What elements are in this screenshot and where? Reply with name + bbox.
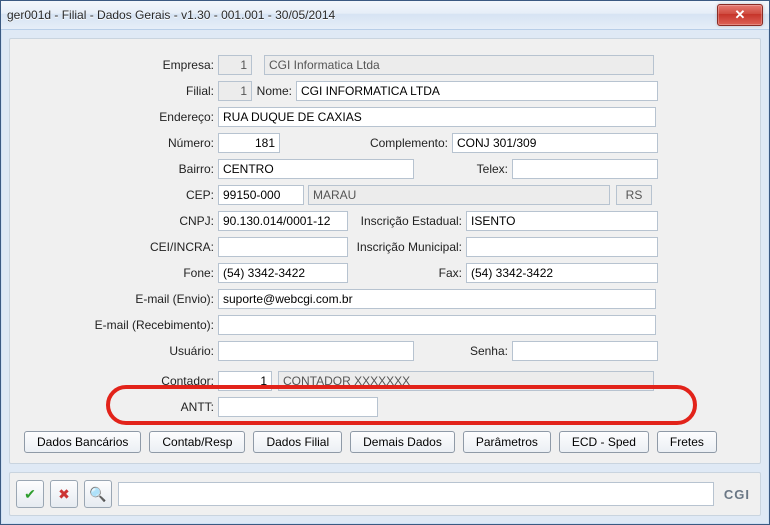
client-area: Empresa: Filial: Nome: Endereço: [1,30,769,524]
contador-id-input[interactable] [218,371,272,391]
label-usuario: Usuário: [24,344,218,358]
label-antt: ANTT: [24,400,218,414]
uf-field [616,185,652,205]
label-nome: Nome: [252,84,296,98]
telex-input[interactable] [512,159,658,179]
label-insc-mun: Inscrição Municipal: [348,240,466,254]
contab-resp-button[interactable]: Contab/Resp [149,431,245,453]
label-contador: Contador: [24,374,218,388]
insc-est-input[interactable] [466,211,658,231]
check-icon: ✔ [24,486,36,503]
insc-mun-input[interactable] [466,237,658,257]
demais-dados-button[interactable]: Demais Dados [350,431,455,453]
cnpj-input[interactable] [218,211,348,231]
cancel-button[interactable]: ✖ [50,480,78,508]
senha-input[interactable] [512,341,658,361]
usuario-input[interactable] [218,341,414,361]
label-senha: Senha: [414,344,512,358]
complemento-input[interactable] [452,133,658,153]
status-field [118,482,714,506]
window-close-button[interactable]: ✕ [717,4,763,26]
empresa-id-field [218,55,252,75]
fretes-button[interactable]: Fretes [657,431,717,453]
contador-nome-field [278,371,654,391]
filial-nome-input[interactable] [296,81,658,101]
label-email-rec: E-mail (Recebimento): [24,318,218,332]
cross-icon: ✖ [58,486,70,503]
label-telex: Telex: [414,162,512,176]
ecd-sped-button[interactable]: ECD - Sped [559,431,649,453]
form-panel: Empresa: Filial: Nome: Endereço: [9,38,761,464]
cep-input[interactable] [218,185,304,205]
fax-input[interactable] [466,263,658,283]
dados-bancarios-button[interactable]: Dados Bancários [24,431,141,453]
filial-id-field [218,81,252,101]
close-icon: ✕ [735,7,746,23]
fone-input[interactable] [218,263,348,283]
label-complemento: Complemento: [280,136,452,150]
label-email-env: E-mail (Envio): [24,292,218,306]
cei-input[interactable] [218,237,348,257]
label-numero: Número: [24,136,218,150]
bairro-input[interactable] [218,159,414,179]
label-cei: CEI/INCRA: [24,240,218,254]
bottom-toolbar: ✔ ✖ 🔍 CGI [9,472,761,516]
antt-input[interactable] [218,397,378,417]
search-button[interactable]: 🔍 [84,480,112,508]
ok-button[interactable]: ✔ [16,480,44,508]
label-fax: Fax: [348,266,466,280]
form-area: Empresa: Filial: Nome: Endereço: [24,53,746,423]
label-insc-est: Inscrição Estadual: [348,214,466,228]
email-envio-input[interactable] [218,289,656,309]
title-bar: ger001d - Filial - Dados Gerais - v1.30 … [1,1,769,30]
email-receb-input[interactable] [218,315,656,335]
parametros-button[interactable]: Parâmetros [463,431,551,453]
dados-filial-button[interactable]: Dados Filial [253,431,342,453]
label-empresa: Empresa: [24,58,218,72]
magnifier-icon: 🔍 [89,486,106,503]
app-window: ger001d - Filial - Dados Gerais - v1.30 … [0,0,770,525]
label-bairro: Bairro: [24,162,218,176]
numero-input[interactable] [218,133,280,153]
label-endereco: Endereço: [24,110,218,124]
endereco-input[interactable] [218,107,656,127]
button-bar: Dados Bancários Contab/Resp Dados Filial… [24,423,746,453]
label-filial: Filial: [24,84,218,98]
brand-label: CGI [720,487,754,502]
window-title: ger001d - Filial - Dados Gerais - v1.30 … [7,8,717,22]
label-fone: Fone: [24,266,218,280]
label-cep: CEP: [24,188,218,202]
empresa-nome-field [264,55,654,75]
cidade-field [308,185,610,205]
label-cnpj: CNPJ: [24,214,218,228]
